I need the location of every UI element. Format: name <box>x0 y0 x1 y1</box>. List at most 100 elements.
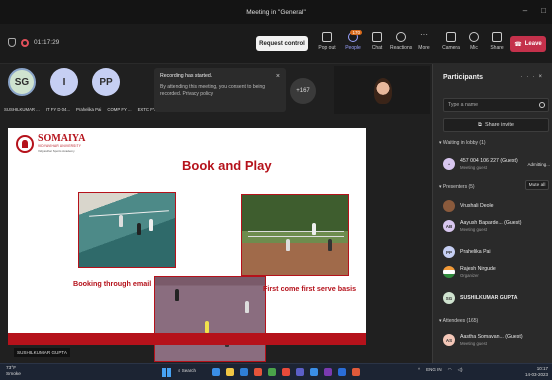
badminton-court-photo <box>78 192 176 268</box>
avatar: SG <box>443 292 455 304</box>
timer-text: 01:17:29 <box>34 39 60 46</box>
participant-label: Prahelika Pai <box>76 107 102 112</box>
lobby-section-header[interactable]: ▾ Waiting in lobby (1) <box>439 140 486 146</box>
clock[interactable]: 10:17 14-03-2023 <box>525 366 548 378</box>
participant-label: IT FY D 04... <box>45 107 71 112</box>
window-title: Meeting in "General" <box>246 8 306 16</box>
wifi-icon[interactable]: ◠ <box>448 367 452 373</box>
shared-slide: SOMAIYA VIDYAVIHAR UNIVERSITY Vidyavihar… <box>8 128 366 362</box>
app-icon[interactable] <box>310 368 318 376</box>
caption-first-come: First come first serve basis <box>263 284 357 293</box>
recording-notice-title: Recording has started. <box>160 73 213 79</box>
list-item[interactable]: Vrushali Deole <box>443 200 494 212</box>
logo-name: SOMAIYA <box>38 133 86 144</box>
edge-icon[interactable] <box>240 368 248 376</box>
leave-button[interactable]: ☎ Leave <box>510 36 546 52</box>
participants-panel: Participants ···× Type a name ⧉ Share in… <box>432 64 552 363</box>
chevron-up-icon[interactable]: ^ <box>418 367 420 373</box>
chat-icon <box>372 32 382 42</box>
volume-icon[interactable]: ◁) <box>458 367 463 373</box>
list-item[interactable]: PP Prahelika Pai <box>443 246 491 258</box>
reactions-icon <box>396 32 406 42</box>
list-item[interactable]: SG SUSHILKUMAR GUPTA <box>443 292 518 304</box>
avatar[interactable]: PP <box>92 68 120 96</box>
recording-notice-body: By attending this meeting, you consent t… <box>160 83 266 97</box>
more-participants-count[interactable]: +167 <box>290 78 316 104</box>
participant-search-input[interactable]: Type a name <box>443 98 549 112</box>
window-controls: – □ <box>523 6 546 15</box>
logo-tagline: Vidyavihar Sports Academy <box>38 149 75 153</box>
participant-avatars: SG I PP <box>8 68 120 96</box>
avatar: • <box>443 158 455 170</box>
people-button[interactable]: 170 People <box>342 30 364 51</box>
attendees-section-header[interactable]: ▾ Attendees (165) <box>439 318 478 324</box>
video-tile[interactable] <box>334 66 430 114</box>
caption-booking: Booking through email <box>73 279 152 288</box>
avatar <box>443 266 455 278</box>
avatar: AB <box>443 220 455 232</box>
app-icon[interactable] <box>324 368 332 376</box>
participant-label: COMP FY ... <box>107 107 132 112</box>
logo-icon <box>16 134 34 153</box>
chrome-icon[interactable] <box>282 368 290 376</box>
reactions-button[interactable]: Reactions <box>390 32 412 51</box>
list-item[interactable]: AB Aayush Baparde... (Guest) Meeting gue… <box>443 220 521 232</box>
maximize-icon[interactable]: □ <box>541 6 546 15</box>
more-icon: ··· <box>420 30 428 39</box>
mic-button[interactable]: Mic <box>463 32 485 51</box>
search-icon <box>539 102 545 108</box>
taskbar-apps <box>212 368 360 376</box>
taskbar-search[interactable]: ⌕ Search <box>178 368 196 373</box>
teams-icon[interactable] <box>296 368 304 376</box>
avatar: PP <box>443 246 455 258</box>
somaiya-logo: SOMAIYA VIDYAVIHAR UNIVERSITY Vidyavihar… <box>16 134 85 153</box>
request-control-button[interactable]: Request control <box>256 36 308 51</box>
camera-button[interactable]: Camera <box>440 32 462 51</box>
app-icon[interactable] <box>352 368 360 376</box>
pop-out-icon <box>322 32 332 42</box>
app-icon[interactable] <box>268 368 276 376</box>
avatar[interactable]: SG <box>8 68 36 96</box>
share-invite-button[interactable]: ⧉ Share invite <box>443 118 549 132</box>
close-icon[interactable]: × <box>538 74 546 80</box>
more-options-icon[interactable]: ··· <box>520 74 538 80</box>
admitting-status: Admitting... <box>527 162 550 167</box>
close-icon[interactable]: × <box>276 72 280 82</box>
app-icon[interactable] <box>212 368 220 376</box>
presenters-section-header[interactable]: ▾ Presenters (5) <box>439 184 475 190</box>
recording-notice: Recording has started. By attending this… <box>154 68 286 112</box>
chat-button[interactable]: Chat <box>366 32 388 51</box>
mic-off-icon <box>469 32 479 42</box>
participant-label: SUSHILKUMAR ... <box>4 107 40 112</box>
weather-widget[interactable]: 73°F Smoke <box>6 366 21 378</box>
mute-all-button[interactable]: Mute all <box>525 180 549 190</box>
more-button[interactable]: ··· More <box>413 30 435 52</box>
taskbar: 73°F Smoke ⌕ Search ^ ENG IN ◠ ◁) 10:17 … <box>0 363 552 380</box>
windows-start-icon[interactable] <box>162 368 171 377</box>
panel-title: Participants <box>443 74 484 81</box>
lang-indicator[interactable]: ENG IN <box>426 367 442 373</box>
list-item[interactable]: AS Aastha Somavan... (Guest) Meeting gue… <box>443 334 523 346</box>
list-item[interactable]: Rajesh Nirgude Organizer <box>443 266 496 278</box>
share-invite-icon: ⧉ <box>478 121 482 128</box>
office-icon[interactable] <box>254 368 262 376</box>
avatar: AS <box>443 334 455 346</box>
folder-icon[interactable] <box>226 368 234 376</box>
participant-video <box>374 78 392 104</box>
avatar[interactable]: I <box>50 68 78 96</box>
system-tray: ^ ENG IN ◠ ◁) <box>418 367 463 373</box>
word-icon[interactable] <box>338 368 346 376</box>
camera-off-icon <box>446 32 456 42</box>
share-icon <box>492 32 502 42</box>
people-count-badge: 170 <box>350 30 362 35</box>
slide-title: Book and Play <box>182 158 272 173</box>
logo-subtitle: VIDYAVIHAR UNIVERSITY <box>38 144 82 148</box>
meeting-timer: 01:17:29 <box>8 38 59 47</box>
slide-footer-bar <box>8 333 366 345</box>
share-button[interactable]: Share <box>486 32 508 51</box>
list-item[interactable]: • 457 004 106 227 (Guest) Meeting guest <box>443 158 518 170</box>
pop-out-button[interactable]: Pop out <box>316 32 338 51</box>
title-bar: Meeting in "General" – □ <box>0 0 552 24</box>
minimize-icon[interactable]: – <box>523 6 527 15</box>
recording-icon <box>21 38 29 47</box>
